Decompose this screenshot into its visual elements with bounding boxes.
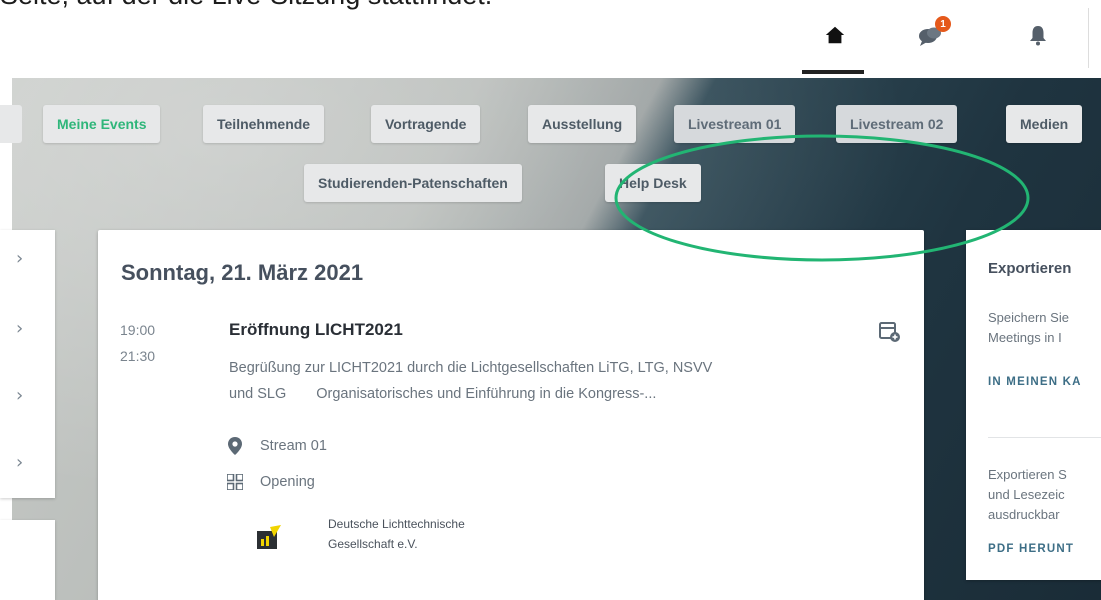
nav-ausstellung[interactable]: Ausstellung — [528, 105, 637, 143]
nav-livestream-02[interactable]: Livestream 02 — [836, 105, 958, 143]
event-day-card: Sonntag, 21. März 2021 19:00 21:30 Eröff… — [98, 230, 924, 600]
document-caption: Seite, auf der die Live-Sitzung stattfin… — [0, 0, 492, 11]
event-end-time: 21:30 — [120, 348, 156, 364]
nav-teilnehmende[interactable]: Teilnehmende — [203, 105, 325, 143]
toolbar-divider — [1088, 8, 1089, 68]
left-session-list: › › › › — [0, 230, 55, 498]
chat-icon[interactable]: 1 — [915, 16, 951, 50]
chevron-right-icon[interactable]: › — [16, 452, 23, 473]
left-secondary-card — [0, 520, 55, 600]
export-to-calendar-link[interactable]: IN MEINEN KA — [988, 376, 1082, 388]
date-heading: Sonntag, 21. März 2021 — [121, 260, 364, 285]
organizer-logo — [256, 525, 282, 551]
chevron-right-icon[interactable]: › — [16, 385, 23, 406]
chevron-right-icon[interactable]: › — [16, 318, 23, 339]
organizer-name[interactable]: Deutsche Lichttechnische Gesellschaft e.… — [328, 514, 465, 554]
add-to-calendar-icon[interactable] — [878, 320, 902, 344]
event-description: Begrüßung zur LICHT2021 durch die Lichtg… — [229, 360, 713, 402]
nav-studierenden-patenschaften[interactable]: Studierenden-Patenschaften — [304, 164, 522, 202]
export-panel: Exportieren Speichern Sie Meetings in I … — [966, 230, 1101, 580]
download-pdf-link[interactable]: PDF HERUNT — [988, 543, 1074, 555]
bell-icon[interactable] — [1023, 20, 1053, 50]
export-divider — [988, 437, 1101, 438]
chevron-right-icon[interactable]: › — [16, 248, 23, 269]
nav-help-desk[interactable]: Help Desk — [605, 164, 701, 202]
event-location: Stream 01 — [226, 437, 327, 455]
location-pin-icon — [226, 437, 244, 455]
home-active-indicator — [802, 70, 864, 74]
chat-badge: 1 — [935, 16, 951, 32]
nav-medien[interactable]: Medien — [1006, 105, 1083, 143]
event-category: Opening — [226, 473, 315, 491]
nav-meine-events[interactable]: Meine Events — [43, 105, 161, 143]
home-icon[interactable] — [820, 20, 850, 50]
nav-pill-stub[interactable] — [0, 105, 22, 143]
nav-vortragende[interactable]: Vortragende — [371, 105, 481, 143]
export-title: Exportieren — [988, 260, 1072, 277]
event-stage: Meine Events Teilnehmende Vortragende Au… — [0, 78, 1101, 600]
event-start-time: 19:00 — [120, 322, 156, 338]
top-toolbar: 1 — [780, 0, 1101, 75]
export-text-pdf: Exportieren S und Lesezeic ausdruckbar — [988, 467, 1067, 522]
nav-livestream-01[interactable]: Livestream 01 — [674, 105, 796, 143]
event-title[interactable]: Eröffnung LICHT2021 — [229, 320, 403, 340]
category-grid-icon — [226, 473, 244, 491]
export-text-calendar: Speichern Sie Meetings in I — [988, 310, 1069, 345]
